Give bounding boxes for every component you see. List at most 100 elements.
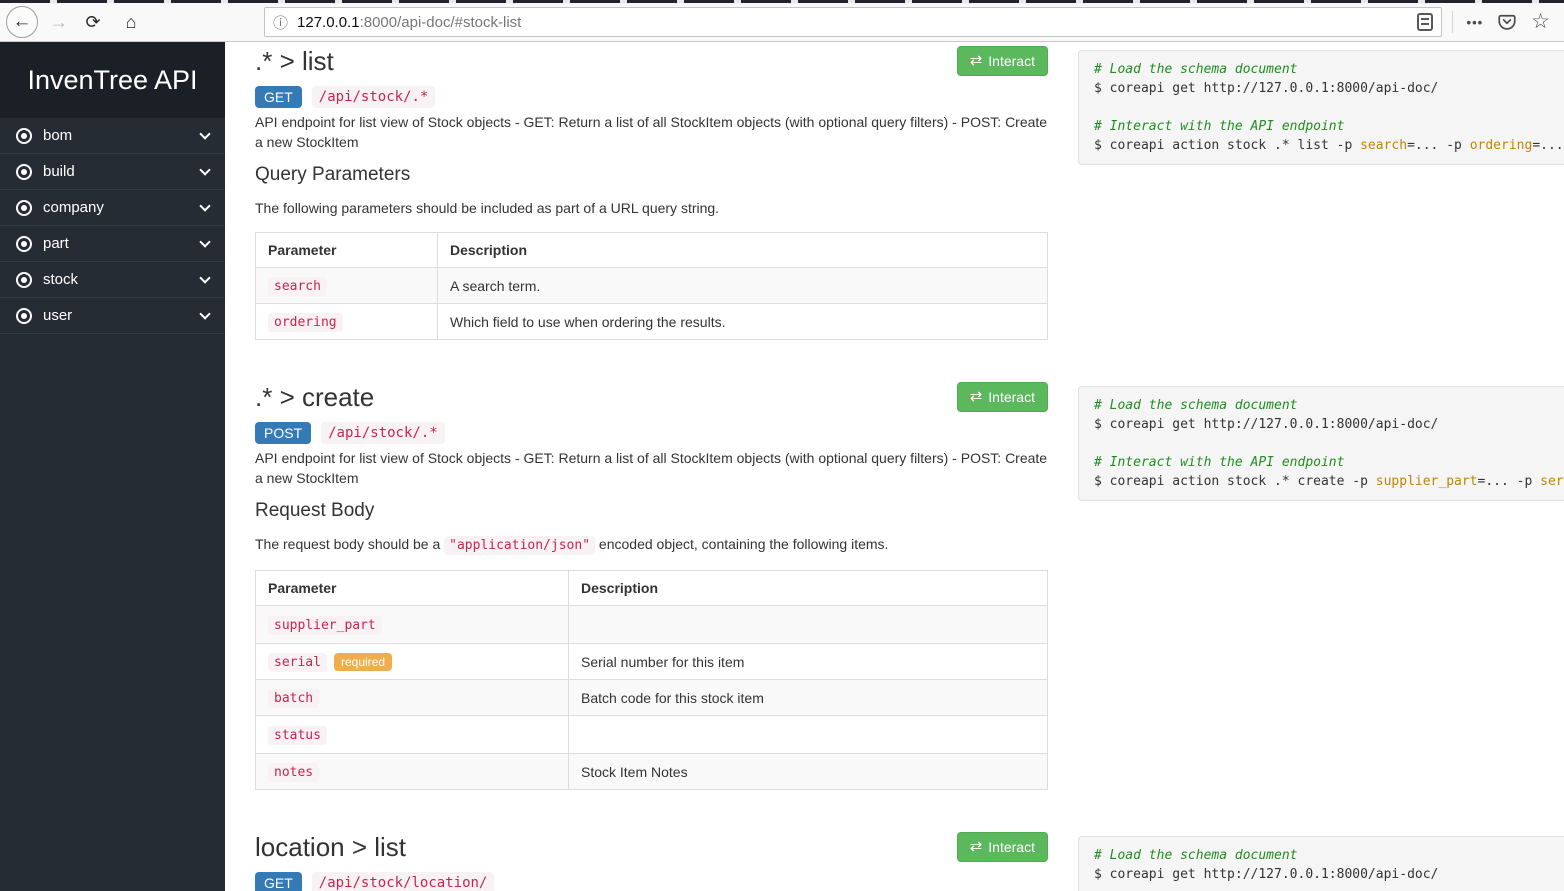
interact-label: Interact [988,53,1035,69]
column-header: Description [438,233,1048,268]
code-panel: # Load the schema document $ coreapi get… [1078,836,1564,891]
swap-arrows-icon: ⇄ [970,390,983,404]
column-header: Parameter [256,233,438,268]
table-row: batch Batch code for this stock item [256,680,1048,716]
chevron-down-icon [199,200,210,211]
request-body-note: The request body should be a "applicatio… [255,534,1048,556]
method-badge: POST [255,422,311,444]
table-row: notes Stock Item Notes [256,754,1048,790]
bookmark-star-icon[interactable]: ☆ [1531,12,1550,32]
sidebar-item-user[interactable]: user [0,298,225,334]
chevron-down-icon [199,308,210,319]
bullseye-icon [16,308,32,324]
sidebar-item-label: bom [43,127,201,144]
param-description: A search term. [438,268,1048,304]
param-name: supplier_part [268,616,382,635]
reader-mode-icon[interactable] [1417,13,1433,31]
toolbar-separator [1452,11,1453,33]
refresh-icon: ⟳ [85,12,100,33]
method-badge: GET [255,86,302,108]
interact-button[interactable]: ⇄ Interact [957,46,1048,76]
endpoint-path: /api/stock/.* [321,422,445,444]
home-icon: ⌂ [126,12,137,33]
params-table: Parameter Description supplier_part seri… [255,570,1048,790]
screen: ← → ⟳ ⌂ ⓘ 127.0.0.1:8000/api-doc/#stock-… [0,0,1564,891]
back-button[interactable]: ← [6,6,38,38]
endpoint-description: API endpoint for list view of Stock obje… [255,112,1048,152]
endpoint-section-location-list: location > list ⇄ Interact GET /api/stoc… [255,832,1564,891]
sidebar-item-label: user [43,307,201,324]
sidebar-item-label: company [43,199,201,216]
code-comment: # Load the schema document [1094,848,1298,863]
swap-arrows-icon: ⇄ [970,54,983,68]
refresh-button[interactable]: ⟳ [78,7,108,37]
sidebar: InvenTree API bom build company part [0,42,225,891]
overflow-menu-icon[interactable]: ••• [1467,15,1484,30]
param-name: notes [268,763,319,782]
sidebar-item-build[interactable]: build [0,154,225,190]
param-description [569,716,1048,754]
home-button[interactable]: ⌂ [116,7,146,37]
code-panel: # Load the schema document $ coreapi get… [1078,386,1564,501]
url-host: 127.0.0.1 [297,14,360,31]
table-row: ordering Which field to use when orderin… [256,304,1048,340]
sidebar-item-company[interactable]: company [0,190,225,226]
docs-content: .* > list ⇄ Interact GET /api/stock/.* A… [225,42,1564,891]
code-comment: # Load the schema document [1094,62,1298,77]
browser-chrome: ← → ⟳ ⌂ ⓘ 127.0.0.1:8000/api-doc/#stock-… [0,0,1564,42]
param-name: ordering [268,313,343,332]
sidebar-title: InvenTree API [0,42,225,118]
param-name: status [268,726,327,745]
param-name: batch [268,689,319,708]
tab-strip [0,0,1564,3]
code-command: $ coreapi get http://127.0.0.1:8000/api-… [1094,417,1438,432]
code-command: $ coreapi action stock .* create -p supp… [1094,472,1564,491]
column-header: Parameter [256,571,569,606]
code-command: $ coreapi get http://127.0.0.1:8000/api-… [1094,867,1438,882]
section-title: .* > create [255,382,374,412]
code-comment: # Load the schema document [1094,398,1298,413]
sidebar-item-label: part [43,235,201,252]
query-parameters-heading: Query Parameters [255,164,1048,186]
endpoint-section-stock-create: .* > create ⇄ Interact POST /api/stock/.… [255,382,1564,790]
param-description: Serial number for this item [569,644,1048,680]
endpoint-section-stock-list: .* > list ⇄ Interact GET /api/stock/.* A… [255,46,1564,340]
swap-arrows-icon: ⇄ [970,840,983,854]
back-icon: ← [13,11,32,33]
code-comment: # Interact with the API endpoint [1094,455,1344,470]
sidebar-item-label: stock [43,271,201,288]
sidebar-item-part[interactable]: part [0,226,225,262]
param-description: Batch code for this stock item [569,680,1048,716]
method-badge: GET [255,872,302,891]
interact-label: Interact [988,839,1035,855]
bullseye-icon [16,128,32,144]
table-header-row: Parameter Description [256,233,1048,268]
column-header: Description [569,571,1048,606]
url-path: :8000/api-doc/#stock-list [360,14,522,31]
table-row: status [256,716,1048,754]
pocket-icon[interactable] [1497,12,1517,32]
url-bar[interactable]: ⓘ 127.0.0.1:8000/api-doc/#stock-list [264,7,1442,37]
info-icon: ⓘ [273,12,288,33]
sidebar-item-stock[interactable]: stock [0,262,225,298]
forward-icon: → [50,12,68,33]
sidebar-item-bom[interactable]: bom [0,118,225,154]
bullseye-icon [16,236,32,252]
params-table: Parameter Description search A search te… [255,232,1048,340]
param-name: serial [268,653,327,672]
table-row: search A search term. [256,268,1048,304]
forward-button[interactable]: → [44,7,74,37]
chrome-actions: ••• ☆ [1452,11,1554,33]
param-name: search [268,277,327,296]
table-row: supplier_part [256,606,1048,644]
interact-button[interactable]: ⇄ Interact [957,832,1048,862]
param-description: Stock Item Notes [569,754,1048,790]
chevron-down-icon [199,128,210,139]
endpoint-description: API endpoint for list view of Stock obje… [255,448,1048,488]
interact-button[interactable]: ⇄ Interact [957,382,1048,412]
code-panel: # Load the schema document $ coreapi get… [1078,50,1564,165]
code-comment: # Interact with the API endpoint [1094,119,1344,134]
endpoint-path: /api/stock/location/ [312,872,495,891]
bullseye-icon [16,164,32,180]
param-description [569,606,1048,644]
